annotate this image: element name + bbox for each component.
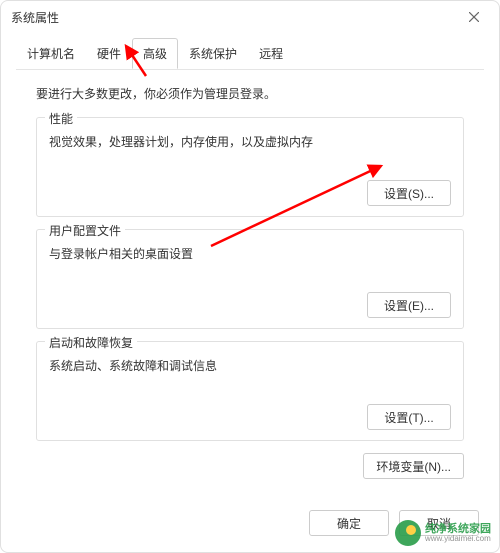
startup-desc: 系统启动、系统故障和调试信息 [49, 357, 451, 374]
titlebar: 系统属性 [1, 1, 499, 33]
startup-recovery-group: 启动和故障恢复 系统启动、系统故障和调试信息 设置(T)... [36, 341, 464, 441]
environment-variables-button[interactable]: 环境变量(N)... [363, 453, 464, 479]
startup-settings-button[interactable]: 设置(T)... [367, 404, 451, 430]
admin-notice: 要进行大多数更改，你必须作为管理员登录。 [36, 85, 464, 102]
performance-desc: 视觉效果，处理器计划，内存使用，以及虚拟内存 [49, 133, 451, 150]
tab-remote[interactable]: 远程 [248, 38, 294, 68]
tab-computer-name[interactable]: 计算机名 [16, 38, 86, 68]
close-icon [469, 12, 479, 22]
window-title: 系统属性 [11, 9, 59, 26]
dialog-footer: 确定 取消 [1, 498, 499, 552]
tab-bar: 计算机名 硬件 高级 系统保护 远程 [1, 33, 499, 69]
tab-hardware[interactable]: 硬件 [86, 38, 132, 68]
performance-group: 性能 视觉效果，处理器计划，内存使用，以及虚拟内存 设置(S)... [36, 117, 464, 217]
close-button[interactable] [459, 2, 489, 32]
user-profile-title: 用户配置文件 [45, 222, 125, 239]
ok-button[interactable]: 确定 [309, 510, 389, 536]
cancel-button[interactable]: 取消 [399, 510, 479, 536]
performance-title: 性能 [45, 110, 77, 127]
user-profile-desc: 与登录帐户相关的桌面设置 [49, 245, 451, 262]
user-profile-group: 用户配置文件 与登录帐户相关的桌面设置 设置(E)... [36, 229, 464, 329]
tab-system-protection[interactable]: 系统保护 [178, 38, 248, 68]
startup-title: 启动和故障恢复 [45, 334, 137, 351]
tab-content-advanced: 要进行大多数更改，你必须作为管理员登录。 性能 视觉效果，处理器计划，内存使用，… [16, 69, 484, 498]
performance-settings-button[interactable]: 设置(S)... [367, 180, 451, 206]
user-profile-settings-button[interactable]: 设置(E)... [367, 292, 451, 318]
tab-advanced[interactable]: 高级 [132, 38, 178, 69]
system-properties-dialog: 系统属性 计算机名 硬件 高级 系统保护 远程 要进行大多数更改，你必须作为管理… [0, 0, 500, 553]
